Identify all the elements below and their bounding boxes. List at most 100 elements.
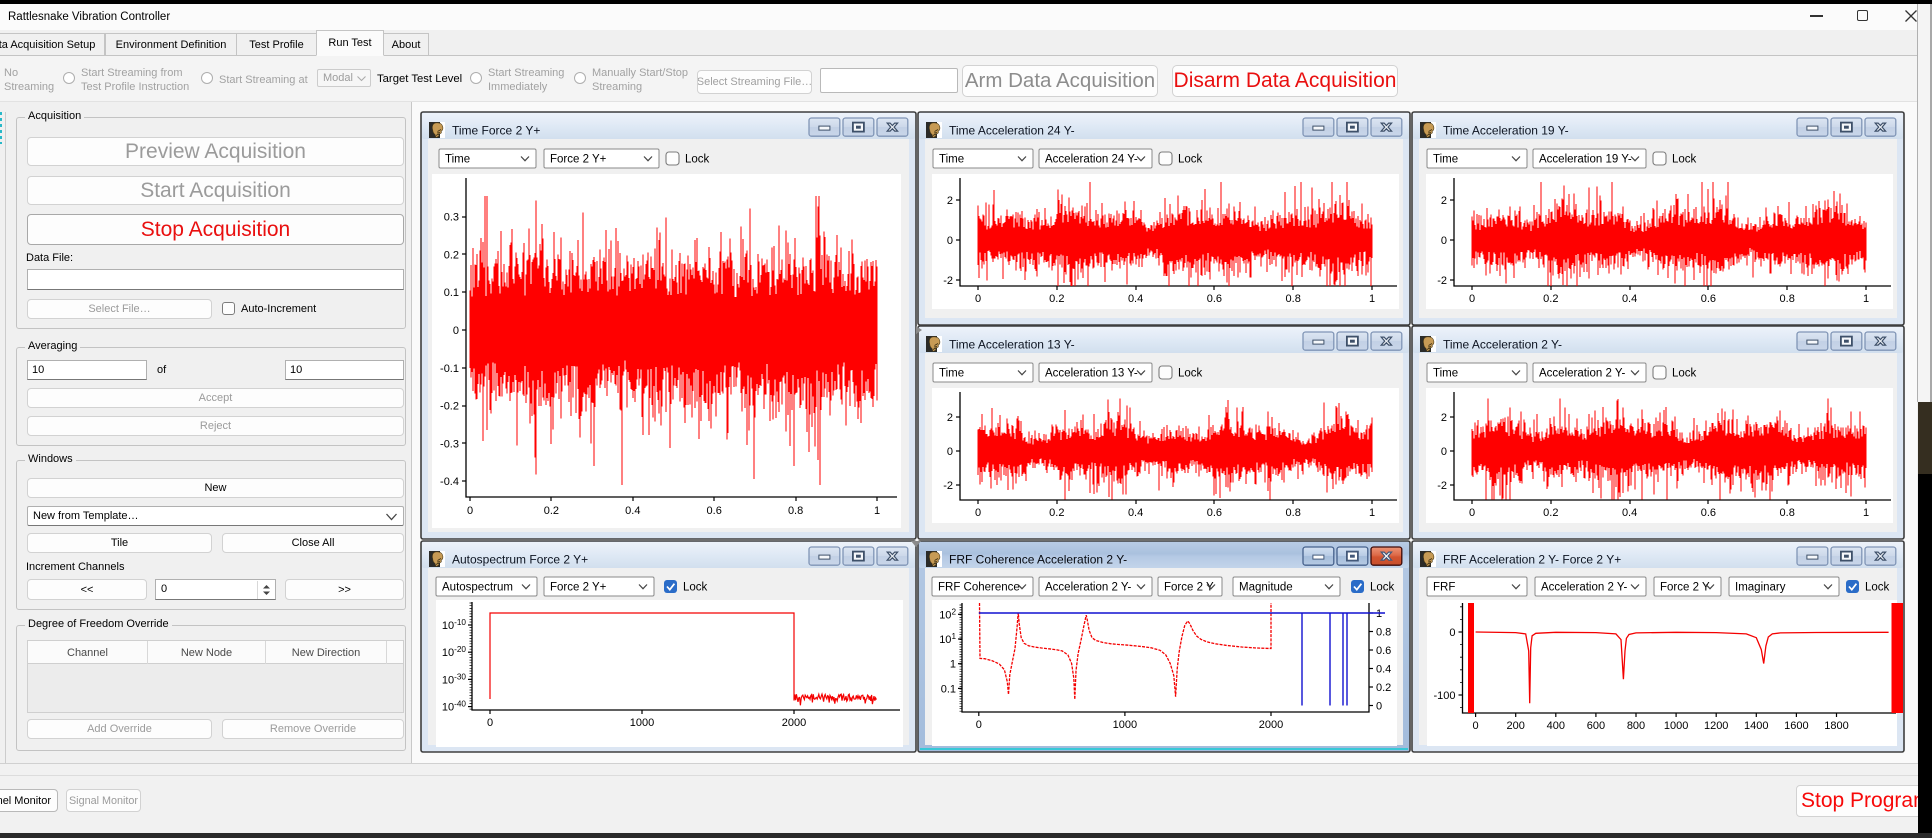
svg-text:Acceleration 2 Y-: Acceleration 2 Y- [1541, 582, 1627, 594]
svg-text:-0.2: -0.2 [440, 401, 459, 413]
svg-text:2: 2 [1441, 412, 1447, 424]
svg-text:1: 1 [1863, 507, 1869, 519]
svg-text:0.2: 0.2 [1049, 507, 1064, 519]
svg-text:0: 0 [1376, 701, 1382, 713]
svg-text:0: 0 [947, 446, 953, 458]
svg-text:0.8: 0.8 [1286, 293, 1301, 305]
svg-text:0.6: 0.6 [1701, 507, 1716, 519]
svg-text:Time Force 2 Y+: Time Force 2 Y+ [452, 124, 540, 138]
svg-text:Force 2 Y: Force 2 Y [1660, 582, 1710, 594]
svg-text:Lock: Lock [1672, 368, 1697, 380]
svg-text:0.2: 0.2 [1049, 293, 1064, 305]
svg-text:0.2: 0.2 [1543, 293, 1558, 305]
svg-text:FRF Coherence Acceleration 2 Y: FRF Coherence Acceleration 2 Y- [949, 553, 1127, 567]
svg-text:0.4: 0.4 [1376, 664, 1391, 676]
svg-text:2: 2 [1441, 195, 1447, 207]
svg-text:-2: -2 [1437, 275, 1447, 287]
svg-text:400: 400 [1547, 720, 1565, 732]
svg-text:Autospectrum Force 2 Y+: Autospectrum Force 2 Y+ [452, 553, 588, 567]
svg-text:0.4: 0.4 [1622, 507, 1637, 519]
svg-text:0: 0 [975, 293, 981, 305]
svg-text:0.6: 0.6 [707, 505, 722, 517]
svg-text:Time: Time [1433, 154, 1458, 166]
svg-text:0: 0 [453, 325, 459, 337]
svg-text:1000: 1000 [630, 717, 654, 729]
svg-text:0.1: 0.1 [444, 287, 459, 299]
svg-text:Imaginary: Imaginary [1735, 582, 1786, 594]
svg-text:0: 0 [467, 505, 473, 517]
svg-text:2000: 2000 [1259, 719, 1283, 731]
svg-text:Acceleration 13 Y-: Acceleration 13 Y- [1045, 368, 1138, 380]
svg-text:Time Acceleration 24 Y-: Time Acceleration 24 Y- [949, 124, 1075, 138]
svg-text:Time: Time [445, 154, 470, 166]
svg-text:0: 0 [975, 507, 981, 519]
svg-text:1: 1 [1369, 293, 1375, 305]
svg-text:0.2: 0.2 [1543, 507, 1558, 519]
svg-text:Force 2 Y+: Force 2 Y+ [550, 154, 607, 166]
svg-text:0.2: 0.2 [1376, 682, 1391, 694]
svg-text:1000: 1000 [1113, 719, 1137, 731]
svg-text:1400: 1400 [1744, 720, 1768, 732]
svg-text:FRF Acceleration 2 Y- Force 2: FRF Acceleration 2 Y- Force 2 Y+ [1443, 553, 1621, 567]
svg-text:0.3: 0.3 [444, 212, 459, 224]
svg-text:0.8: 0.8 [1780, 293, 1795, 305]
svg-text:Time: Time [939, 368, 964, 380]
svg-text:Force 2 Y+: Force 2 Y+ [550, 582, 607, 594]
svg-text:600: 600 [1587, 720, 1605, 732]
svg-text:-0.3: -0.3 [440, 438, 459, 450]
svg-text:-0.1: -0.1 [440, 363, 459, 375]
svg-text:1: 1 [950, 659, 956, 671]
svg-text:Acceleration 2 Y-: Acceleration 2 Y- [1045, 582, 1131, 594]
svg-text:-2: -2 [1437, 480, 1447, 492]
svg-text:0.6: 0.6 [1207, 507, 1222, 519]
svg-text:Magnitude: Magnitude [1239, 582, 1293, 594]
svg-text:0.8: 0.8 [1286, 507, 1301, 519]
svg-text:0.4: 0.4 [1622, 293, 1637, 305]
svg-text:0.4: 0.4 [1128, 507, 1143, 519]
svg-text:2: 2 [947, 412, 953, 424]
svg-text:Time Acceleration 19 Y-: Time Acceleration 19 Y- [1443, 124, 1569, 138]
svg-text:Time: Time [939, 154, 964, 166]
svg-text:1: 1 [874, 505, 880, 517]
svg-text:0.2: 0.2 [444, 249, 459, 261]
svg-text:-2: -2 [943, 480, 953, 492]
svg-text:1: 1 [1863, 293, 1869, 305]
svg-text:Acceleration 19 Y-: Acceleration 19 Y- [1539, 154, 1632, 166]
svg-text:-0.4: -0.4 [440, 476, 459, 488]
svg-text:0: 0 [976, 719, 982, 731]
svg-text:0.6: 0.6 [1376, 645, 1391, 657]
svg-text:-2: -2 [943, 275, 953, 287]
svg-text:Lock: Lock [683, 582, 708, 594]
svg-text:1600: 1600 [1784, 720, 1808, 732]
svg-text:Time Acceleration 2 Y-: Time Acceleration 2 Y- [1443, 338, 1562, 352]
svg-text:FRF: FRF [1433, 582, 1455, 594]
svg-text:2000: 2000 [782, 717, 806, 729]
svg-text:FRF Coherence: FRF Coherence [938, 582, 1020, 594]
svg-text:0.6: 0.6 [1701, 293, 1716, 305]
svg-text:0: 0 [1473, 720, 1479, 732]
svg-text:0.8: 0.8 [1376, 627, 1391, 639]
svg-text:1: 1 [1369, 507, 1375, 519]
svg-text:Acceleration 24 Y-: Acceleration 24 Y- [1045, 154, 1138, 166]
svg-text:0: 0 [1469, 507, 1475, 519]
svg-text:Lock: Lock [685, 154, 710, 166]
svg-text:1: 1 [1376, 608, 1382, 620]
svg-text:0: 0 [1441, 235, 1447, 247]
svg-text:0: 0 [487, 717, 493, 729]
svg-text:1200: 1200 [1704, 720, 1728, 732]
svg-text:0.2: 0.2 [544, 505, 559, 517]
svg-text:0.8: 0.8 [788, 505, 803, 517]
svg-text:0.4: 0.4 [625, 505, 640, 517]
svg-text:Lock: Lock [1370, 582, 1395, 594]
svg-text:0: 0 [947, 235, 953, 247]
svg-text:800: 800 [1627, 720, 1645, 732]
svg-text:Time Acceleration 13 Y-: Time Acceleration 13 Y- [949, 338, 1075, 352]
svg-text:Force 2 Y: Force 2 Y [1164, 582, 1214, 594]
svg-text:-100: -100 [1433, 690, 1455, 702]
svg-text:2: 2 [947, 195, 953, 207]
svg-text:1000: 1000 [1664, 720, 1688, 732]
svg-text:Lock: Lock [1178, 154, 1203, 166]
svg-text:Autospectrum: Autospectrum [442, 582, 513, 594]
svg-text:0: 0 [1449, 627, 1455, 639]
svg-text:0.8: 0.8 [1780, 507, 1795, 519]
